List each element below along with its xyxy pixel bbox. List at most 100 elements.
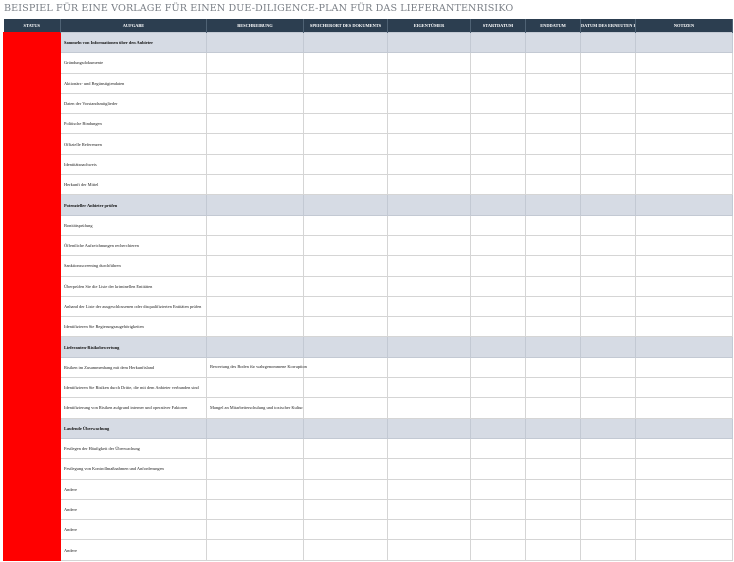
start-date-cell[interactable] — [470, 133, 526, 155]
end-date-cell[interactable] — [525, 437, 581, 460]
task-cell[interactable]: Öffentliche Aufzeichnungen recherchieren — [60, 234, 207, 257]
notes-cell[interactable] — [635, 275, 733, 297]
description-cell[interactable] — [206, 478, 304, 500]
start-date-cell[interactable] — [470, 458, 526, 480]
end-date-cell[interactable] — [525, 113, 581, 135]
task-cell[interactable]: Festlegen der Häufigkeit der Überwachung — [60, 437, 207, 460]
description-cell[interactable] — [206, 214, 304, 236]
end-date-cell[interactable] — [525, 397, 581, 419]
task-cell[interactable]: Andere — [60, 539, 207, 561]
task-cell[interactable]: Aktionärs- und Begünstigtendaten — [60, 72, 207, 94]
location-cell[interactable] — [303, 255, 388, 277]
status-cell[interactable] — [3, 397, 61, 419]
task-cell[interactable]: Identifizieren Sie Regierungszugehörigke… — [60, 316, 207, 338]
start-date-cell[interactable] — [470, 437, 526, 460]
task-cell[interactable]: Daten der Vorstandsmitglieder — [60, 92, 207, 115]
notes-cell[interactable] — [635, 174, 733, 196]
review-date-cell[interactable] — [580, 498, 636, 521]
task-cell[interactable]: Identifizierung von Risiken aufgrund int… — [60, 397, 207, 419]
owner-cell[interactable] — [387, 31, 471, 54]
location-cell[interactable] — [303, 52, 388, 74]
status-cell[interactable] — [3, 295, 61, 318]
status-cell[interactable] — [3, 437, 61, 460]
task-cell[interactable]: Politische Bindungen — [60, 113, 207, 135]
notes-cell[interactable] — [635, 214, 733, 236]
description-cell[interactable] — [206, 417, 304, 439]
end-date-cell[interactable] — [525, 458, 581, 480]
task-cell[interactable]: Risiken im Zusammenhang mit dem Herkunft… — [60, 356, 207, 379]
owner-cell[interactable] — [387, 498, 471, 521]
end-date-cell[interactable] — [525, 214, 581, 236]
description-cell[interactable] — [206, 336, 304, 358]
task-cell[interactable]: Andere — [60, 478, 207, 500]
task-cell[interactable]: Andere — [60, 519, 207, 541]
owner-cell[interactable] — [387, 133, 471, 155]
task-cell[interactable]: Überprüfen Sie die Liste der kriminellen… — [60, 275, 207, 297]
task-cell[interactable]: Andere — [60, 498, 207, 521]
start-date-cell[interactable] — [470, 214, 526, 236]
owner-cell[interactable] — [387, 377, 471, 399]
notes-cell[interactable] — [635, 519, 733, 541]
end-date-cell[interactable] — [525, 255, 581, 277]
status-cell[interactable] — [3, 336, 61, 358]
column-header-description[interactable]: BESCHREIBUNG — [206, 19, 304, 33]
description-cell[interactable] — [206, 52, 304, 74]
location-cell[interactable] — [303, 336, 388, 358]
start-date-cell[interactable] — [470, 336, 526, 358]
description-cell[interactable]: Bewertung des Boden für wahrgenommene Ko… — [206, 356, 307, 379]
end-date-cell[interactable] — [525, 498, 581, 521]
owner-cell[interactable] — [387, 234, 471, 257]
owner-cell[interactable] — [387, 336, 471, 358]
review-date-cell[interactable] — [580, 377, 636, 399]
start-date-cell[interactable] — [470, 72, 526, 94]
location-cell[interactable] — [303, 316, 388, 338]
notes-cell[interactable] — [635, 52, 733, 74]
owner-cell[interactable] — [387, 214, 471, 236]
status-cell[interactable] — [3, 417, 61, 439]
notes-cell[interactable] — [635, 478, 733, 500]
owner-cell[interactable] — [387, 458, 471, 480]
review-date-cell[interactable] — [580, 255, 636, 277]
column-header-start[interactable]: STARTDATUM — [470, 19, 526, 33]
description-cell[interactable] — [206, 133, 304, 155]
task-cell[interactable]: Festlegung von Kontrollmaßnahmen und Anf… — [60, 458, 207, 480]
review-date-cell[interactable] — [580, 539, 636, 561]
notes-cell[interactable] — [635, 31, 733, 54]
start-date-cell[interactable] — [470, 478, 526, 500]
review-date-cell[interactable] — [580, 214, 636, 236]
review-date-cell[interactable] — [580, 316, 636, 338]
task-cell[interactable]: Bonitätsprüfung — [60, 214, 207, 236]
column-header-task[interactable]: AUFGABE — [60, 19, 207, 33]
review-date-cell[interactable] — [580, 519, 636, 541]
location-cell[interactable] — [303, 478, 388, 500]
start-date-cell[interactable] — [470, 539, 526, 561]
status-cell[interactable] — [3, 194, 61, 216]
owner-cell[interactable] — [387, 539, 471, 561]
status-cell[interactable] — [3, 234, 61, 257]
location-cell[interactable] — [303, 174, 388, 196]
start-date-cell[interactable] — [470, 31, 526, 54]
start-date-cell[interactable] — [470, 52, 526, 74]
task-cell[interactable]: Gründungsdokumente — [60, 52, 207, 74]
start-date-cell[interactable] — [470, 356, 526, 379]
status-cell[interactable] — [3, 316, 61, 338]
review-date-cell[interactable] — [580, 478, 636, 500]
review-date-cell[interactable] — [580, 113, 636, 135]
task-cell[interactable]: Offizielle Referenzen — [60, 133, 207, 155]
notes-cell[interactable] — [635, 153, 733, 176]
review-date-cell[interactable] — [580, 295, 636, 318]
end-date-cell[interactable] — [525, 153, 581, 176]
location-cell[interactable] — [303, 214, 388, 236]
description-cell[interactable] — [206, 72, 304, 94]
status-cell[interactable] — [3, 255, 61, 277]
review-date-cell[interactable] — [580, 133, 636, 155]
start-date-cell[interactable] — [470, 92, 526, 115]
start-date-cell[interactable] — [470, 113, 526, 135]
end-date-cell[interactable] — [525, 519, 581, 541]
owner-cell[interactable] — [387, 255, 471, 277]
location-cell[interactable] — [303, 397, 388, 419]
notes-cell[interactable] — [635, 539, 733, 561]
location-cell[interactable] — [303, 356, 388, 379]
notes-cell[interactable] — [635, 377, 733, 399]
end-date-cell[interactable] — [525, 478, 581, 500]
